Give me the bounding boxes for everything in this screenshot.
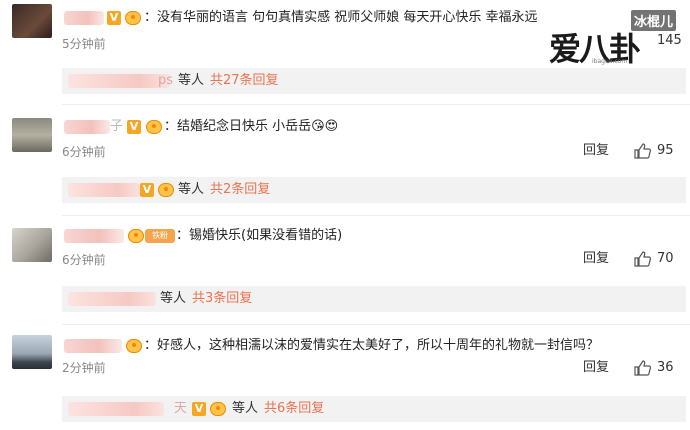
reply-total-link[interactable]: 共27条回复 <box>210 73 279 89</box>
reply-total-link[interactable]: 共3条回复 <box>192 291 252 307</box>
username[interactable] <box>64 120 110 134</box>
vip-v-icon: V <box>127 120 141 134</box>
like-count[interactable]: 145 <box>657 33 682 49</box>
divider <box>62 104 690 105</box>
avatar[interactable] <box>12 228 52 262</box>
fan-crown-icon <box>128 229 144 243</box>
reply-button[interactable]: 回复 <box>583 251 609 267</box>
reply-button[interactable]: 回复 <box>583 360 609 376</box>
like-count[interactable]: 70 <box>657 251 674 267</box>
replies-bar[interactable]: 天 V 等人 共6条回复 <box>62 396 686 422</box>
username-tail: 子 <box>110 119 124 134</box>
avatar[interactable] <box>12 4 52 38</box>
divider <box>62 324 690 325</box>
like-count[interactable]: 95 <box>657 143 674 159</box>
reply-total-link[interactable]: 共2条回复 <box>210 182 270 198</box>
reply-user-suffix: ps <box>158 73 174 88</box>
username[interactable] <box>64 229 124 243</box>
watermark-url: ibagua.com <box>592 58 628 65</box>
reply-total-link[interactable]: 共6条回复 <box>264 401 324 417</box>
watermark-author: 冰棍儿 <box>631 10 677 31</box>
fan-crown-icon <box>126 339 142 353</box>
reply-user-suffix: 天 <box>174 401 188 416</box>
fan-crown-icon <box>146 120 162 134</box>
thumbs-up-icon[interactable] <box>634 251 652 267</box>
like-count[interactable]: 36 <box>657 360 674 376</box>
reply-user-name[interactable] <box>68 292 156 306</box>
vip-v-icon: V <box>192 402 206 416</box>
replies-bar[interactable]: ps 等人 共27条回复 <box>62 68 686 94</box>
username[interactable] <box>64 339 122 353</box>
reply-etc-label: 等人 <box>178 182 205 197</box>
comment-text: ：没有华丽的语言 句句真情实感 祝师父师娘 每天开心快乐 幸福永远 <box>144 10 538 25</box>
comment-time: 6分钟前 <box>62 253 106 267</box>
replies-bar[interactable]: 等人 共3条回复 <box>62 286 686 312</box>
reply-user-name[interactable] <box>68 183 140 197</box>
vip-v-icon: V <box>107 11 121 25</box>
reply-etc-label: 等人 <box>232 401 259 416</box>
vip-v-icon: V <box>140 183 154 197</box>
comment-time: 6分钟前 <box>62 145 106 159</box>
reply-user-name[interactable] <box>68 402 164 416</box>
avatar[interactable] <box>12 335 52 369</box>
comment-text: ：好感人，这种相濡以沫的爱情实在太美好了，所以十周年的礼物就一封信吗？ <box>144 338 600 353</box>
reply-user-name[interactable] <box>68 74 170 88</box>
username[interactable] <box>64 11 104 25</box>
comment-2: 子 V ：结婚纪念日快乐 小岳岳😘😍 6分钟前 回复 95 V 等人 共2条回复 <box>0 112 690 212</box>
reply-etc-label: 等人 <box>178 73 205 88</box>
reply-etc-label: 等人 <box>160 291 187 306</box>
thumbs-up-icon[interactable] <box>634 143 652 159</box>
fan-crown-icon <box>210 402 226 416</box>
divider <box>62 215 690 216</box>
iron-fan-badge: 铁粉 <box>145 229 175 243</box>
replies-bar[interactable]: V 等人 共2条回复 <box>62 177 686 203</box>
reply-button[interactable]: 回复 <box>583 143 609 159</box>
comment-text: ：结婚纪念日快乐 小岳岳😘😍 <box>164 119 339 134</box>
fan-crown-icon <box>158 183 174 197</box>
comment-time: 2分钟前 <box>62 361 106 375</box>
comment-time: 5分钟前 <box>62 37 106 51</box>
thumbs-up-icon[interactable] <box>634 360 652 376</box>
comment-text: ：锡婚快乐(如果没看错的话) <box>176 228 343 243</box>
fan-crown-icon <box>125 11 141 25</box>
comment-3: 铁粉 ：锡婚快乐(如果没看错的话) 6分钟前 回复 70 等人 共3条回复 <box>0 222 690 322</box>
comment-4: ：好感人，这种相濡以沫的爱情实在太美好了，所以十周年的礼物就一封信吗？ 2分钟前… <box>0 330 690 430</box>
avatar[interactable] <box>12 118 52 152</box>
